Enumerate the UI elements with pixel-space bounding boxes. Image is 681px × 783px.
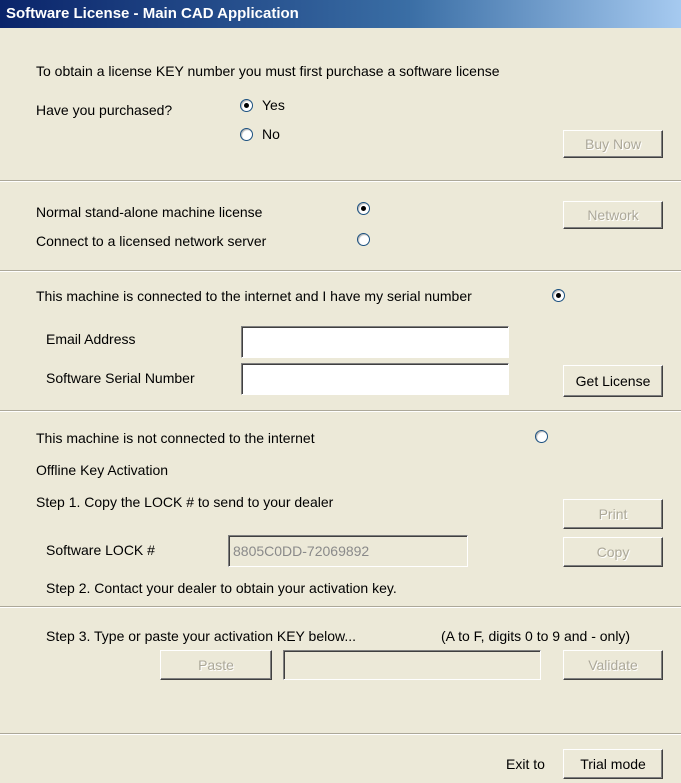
network-server-label: Connect to a licensed network server bbox=[36, 233, 267, 249]
lock-label: Software LOCK # bbox=[46, 542, 155, 558]
purchased-no-label: No bbox=[262, 126, 280, 142]
purchased-yes-label: Yes bbox=[262, 97, 285, 113]
separator bbox=[0, 733, 681, 735]
key-format-hint: (A to F, digits 0 to 9 and - only) bbox=[441, 628, 631, 644]
email-label: Email Address bbox=[46, 331, 136, 347]
exit-label: Exit to bbox=[506, 756, 545, 772]
purchase-intro: To obtain a license KEY number you must … bbox=[36, 63, 500, 79]
offline-radio[interactable] bbox=[535, 430, 548, 443]
online-radio[interactable] bbox=[552, 289, 565, 302]
offline-heading: Offline Key Activation bbox=[36, 462, 169, 478]
trial-mode-button[interactable]: Trial mode bbox=[563, 749, 663, 779]
separator bbox=[0, 410, 681, 412]
license-dialog: Software License - Main CAD Application … bbox=[0, 0, 681, 783]
title-bar[interactable]: Software License - Main CAD Application bbox=[0, 0, 681, 28]
offline-label: This machine is not connected to the int… bbox=[36, 430, 315, 446]
copy-button[interactable]: Copy bbox=[563, 537, 663, 567]
separator bbox=[0, 606, 681, 608]
network-server-radio[interactable] bbox=[357, 233, 370, 246]
network-button[interactable]: Network bbox=[563, 201, 663, 229]
serial-label: Software Serial Number bbox=[46, 370, 195, 386]
separator bbox=[0, 180, 681, 182]
purchased-yes-radio[interactable] bbox=[240, 99, 253, 112]
lock-number-field[interactable] bbox=[228, 535, 468, 567]
print-button[interactable]: Print bbox=[563, 499, 663, 529]
separator bbox=[0, 270, 681, 272]
validate-button[interactable]: Validate bbox=[563, 650, 663, 680]
buy-now-button[interactable]: Buy Now bbox=[563, 130, 663, 158]
email-input[interactable] bbox=[241, 326, 509, 358]
standalone-radio[interactable] bbox=[357, 202, 370, 215]
step1-text: Step 1. Copy the LOCK # to send to your … bbox=[36, 494, 334, 510]
step3-text: Step 3. Type or paste your activation KE… bbox=[46, 628, 357, 644]
online-label: This machine is connected to the interne… bbox=[36, 288, 472, 304]
purchased-no-radio[interactable] bbox=[240, 128, 253, 141]
standalone-label: Normal stand-alone machine license bbox=[36, 204, 263, 220]
activation-key-input[interactable] bbox=[283, 650, 541, 680]
step2-text: Step 2. Contact your dealer to obtain yo… bbox=[46, 580, 397, 596]
get-license-button[interactable]: Get License bbox=[563, 365, 663, 397]
window-title: Software License - Main CAD Application bbox=[6, 5, 299, 22]
paste-button[interactable]: Paste bbox=[160, 650, 272, 680]
serial-input[interactable] bbox=[241, 363, 509, 395]
purchase-question: Have you purchased? bbox=[36, 102, 173, 118]
